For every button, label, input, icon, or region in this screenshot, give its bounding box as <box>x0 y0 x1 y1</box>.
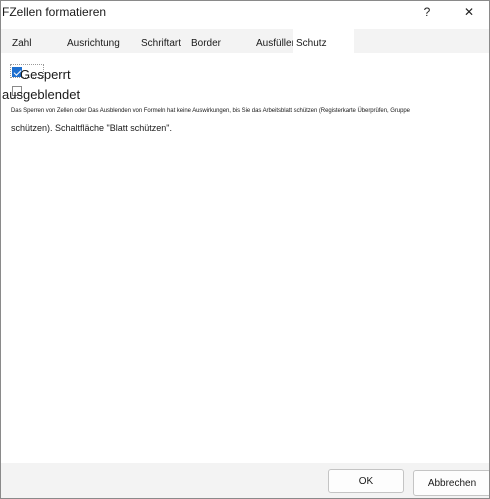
protection-info-line-1: Das Sperren von Zellen oder Das Ausblend… <box>11 108 410 114</box>
hidden-label: ausgeblendet <box>2 87 81 102</box>
tab-schutz[interactable]: Schutz <box>293 29 354 54</box>
close-button[interactable]: ✕ <box>449 1 489 23</box>
locked-label: Gesperrt <box>20 67 71 82</box>
dialog-title: FZellen formatieren <box>2 5 107 19</box>
tab-border[interactable]: Border <box>188 29 224 53</box>
cancel-button[interactable]: Abbrechen <box>413 470 489 496</box>
close-icon: ✕ <box>463 5 475 19</box>
title-bar: FZellen formatieren ? ✕ <box>1 1 489 25</box>
tab-strip: Zahl Ausrichtung Schriftart Border Ausfü… <box>1 29 489 54</box>
help-button[interactable]: ? <box>407 1 447 23</box>
help-icon: ? <box>423 5 431 19</box>
dialog-footer: OK Abbrechen <box>1 463 489 498</box>
protection-info-line-2: schützen). Schaltfläche "Blatt schützen"… <box>11 123 172 133</box>
ok-button[interactable]: OK <box>328 469 404 493</box>
protection-panel: Gesperrt ausgeblendet Das Sperren von Ze… <box>1 53 489 463</box>
tab-zahl[interactable]: Zahl <box>9 29 34 53</box>
tab-ausrichtung[interactable]: Ausrichtung <box>64 29 123 53</box>
tab-schriftart[interactable]: Schriftart <box>138 29 184 53</box>
format-cells-dialog: FZellen formatieren ? ✕ Zahl Ausrichtung… <box>0 0 490 499</box>
